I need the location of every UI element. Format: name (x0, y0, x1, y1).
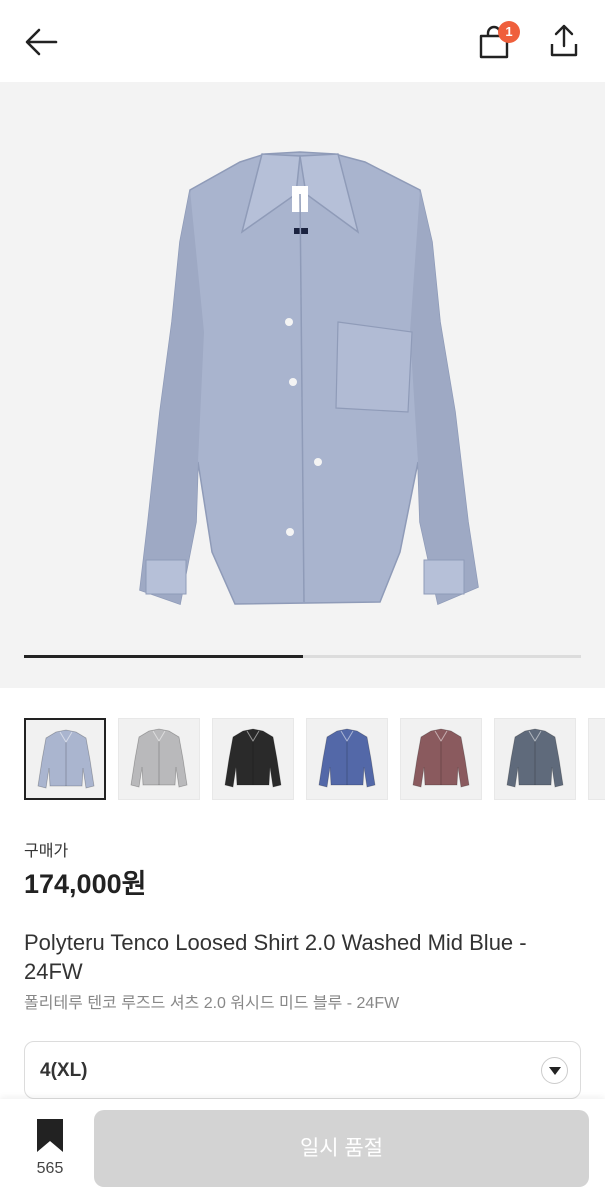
size-select[interactable]: 4(XL) (24, 1041, 581, 1099)
share-icon (550, 24, 578, 57)
share-button[interactable] (544, 20, 584, 60)
gallery-progress-bar (24, 655, 581, 658)
back-button[interactable] (22, 22, 62, 62)
thumbnail-strip (0, 718, 605, 800)
gallery-progress-fill (24, 655, 303, 658)
arrow-left-icon (25, 28, 58, 56)
thumbnail-image (506, 728, 564, 788)
product-subtitle: 폴리테루 텐코 루즈드 셔츠 2.0 워시드 미드 블루 - 24FW (24, 995, 400, 1012)
cart-count-badge: 1 (498, 21, 520, 43)
top-bar: 1 (0, 0, 605, 82)
thumbnail-black-shirt[interactable] (212, 718, 294, 800)
bookmark-count: 565 (36, 1160, 64, 1177)
size-value: 4(XL) (40, 1060, 88, 1081)
bookmark-icon (37, 1119, 63, 1152)
thumbnail-image (37, 729, 95, 789)
thumbnail-light-grey-shirt[interactable] (118, 718, 200, 800)
thumbnail-image (318, 728, 376, 788)
thumbnail-image (130, 728, 188, 788)
product-title: Polyteru Tenco Loosed Shirt 2.0 Washed M… (24, 930, 527, 984)
bookmark-button[interactable]: 565 (22, 1119, 78, 1185)
thumbnail-more[interactable] (588, 718, 605, 800)
product-image (139, 151, 479, 606)
price-label: 구매가 (24, 843, 69, 860)
product-image-carousel[interactable] (0, 82, 605, 688)
thumbnail-image (412, 728, 470, 788)
thumbnail-royal-blue-shirt[interactable] (306, 718, 388, 800)
chevron-down-icon (541, 1057, 568, 1084)
bottom-action-bar: 565 일시 품절 (0, 1099, 605, 1200)
thumbnail-slate-grey-shirt[interactable] (494, 718, 576, 800)
thumbnail-light-blue-shirt[interactable] (24, 718, 106, 800)
sold-out-button[interactable]: 일시 품절 (94, 1110, 589, 1187)
product-price: 174,000원 (24, 869, 147, 899)
thumbnail-image (224, 728, 282, 788)
thumbnail-burgundy-shirt[interactable] (400, 718, 482, 800)
